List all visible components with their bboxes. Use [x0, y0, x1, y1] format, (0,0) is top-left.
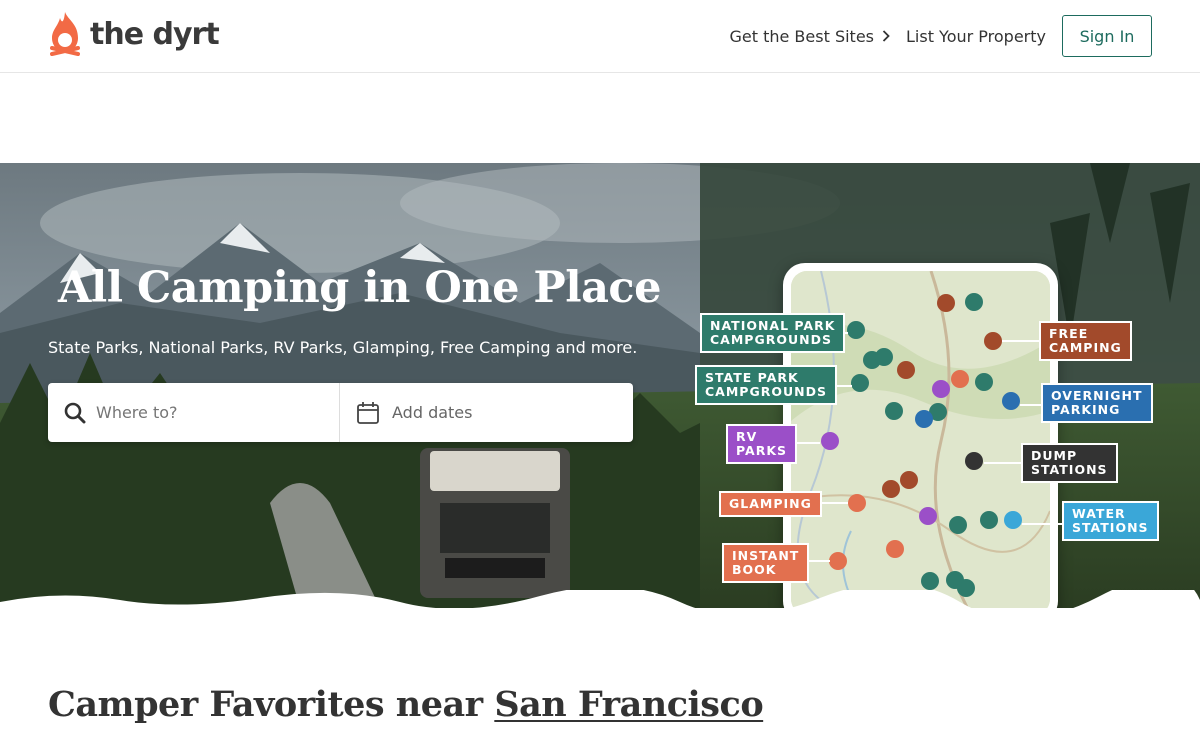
favorites-prefix: Camper Favorites near [48, 684, 495, 725]
sign-in-button[interactable]: Sign In [1062, 15, 1152, 57]
tag-state-park-line2: CAMPGROUNDS [705, 384, 827, 399]
logo-text: the dyrt [90, 16, 220, 52]
tag-glamping-line1: GLAMPING [729, 496, 812, 511]
glamping-pin-icon [829, 370, 969, 570]
tag-dump-stations-line2: STATIONS [1031, 462, 1108, 477]
tag-national-park: NATIONAL PARK CAMPGROUNDS [700, 313, 846, 353]
tag-instant-book-line2: BOOK [732, 562, 777, 577]
water-station-pin-icon [1004, 511, 1022, 529]
tag-overnight-parking: OVERNIGHT PARKING [1041, 383, 1153, 423]
dump-station-pin-icon [965, 452, 983, 470]
tag-free-camping-line2: CAMPING [1049, 340, 1122, 355]
nav-list-property-label: List Your Property [906, 26, 1046, 46]
map-pins [790, 293, 1062, 597]
tag-rv-parks-line1: RV [736, 429, 758, 444]
tag-dump-stations: DUMP STATIONS [1021, 443, 1118, 483]
tag-water-stations-line1: WATER [1072, 506, 1126, 521]
tag-instant-book-line1: INSTANT [732, 548, 800, 563]
tag-rv-parks-line2: PARKS [736, 443, 788, 458]
tag-overnight-parking-line1: OVERNIGHT [1051, 388, 1143, 403]
tag-glamping: GLAMPING [719, 491, 822, 517]
tag-national-park-line1: NATIONAL PARK [710, 318, 836, 333]
tag-free-camping: FREE CAMPING [1039, 321, 1132, 361]
tag-state-park: STATE PARK CAMPGROUNDS [695, 365, 837, 405]
nav-get-best-sites[interactable]: Get the Best Sites [729, 27, 890, 46]
tag-rv-parks: RV PARKS [726, 424, 798, 464]
tag-water-stations-line2: STATIONS [1072, 520, 1149, 535]
chevron-right-icon [882, 30, 890, 42]
top-nav: Get the Best Sites List Your Property Si… [729, 15, 1152, 57]
nav-list-property[interactable]: List Your Property [906, 27, 1046, 46]
logo[interactable]: the dyrt [48, 9, 220, 59]
wave-divider [0, 590, 1200, 620]
tag-national-park-line2: CAMPGROUNDS [710, 332, 832, 347]
tag-water-stations: WATER STATIONS [1062, 501, 1159, 541]
nav-get-best-sites-label: Get the Best Sites [729, 26, 874, 46]
tag-overnight-parking-line2: PARKING [1051, 402, 1121, 417]
tag-dump-stations-line1: DUMP [1031, 448, 1078, 463]
hero: All Camping in One Place State Parks, Na… [0, 163, 1200, 608]
location-link[interactable]: San Francisco [494, 684, 763, 725]
site-header: the dyrt Get the Best Sites List Your Pr… [0, 0, 1200, 73]
tag-free-camping-line1: FREE [1049, 326, 1089, 341]
tag-instant-book: INSTANT BOOK [722, 543, 810, 583]
campfire-flame-icon [50, 12, 80, 56]
tent-pin-icon [847, 293, 998, 597]
tag-state-park-line1: STATE PARK [705, 370, 799, 385]
favorites-heading: Camper Favorites near San Francisco [48, 684, 764, 725]
